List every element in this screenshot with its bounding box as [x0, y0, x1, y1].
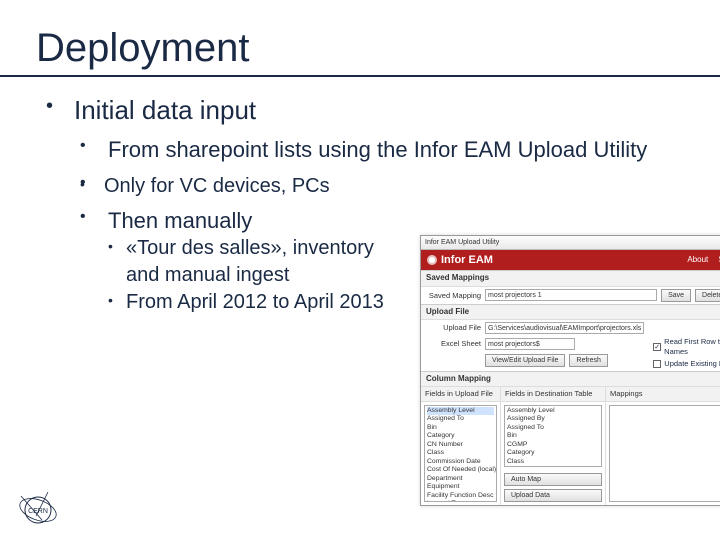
upload-field-item[interactable]: Facility Function Desc	[427, 492, 494, 500]
saved-mapping-select[interactable]: most projectors 1	[485, 289, 657, 301]
destination-field-item[interactable]: Category	[507, 449, 599, 457]
destination-field-item[interactable]: CGMP	[507, 441, 599, 449]
window-title-text: Infor EAM Upload Utility	[425, 238, 499, 247]
upload-field-item[interactable]: Commission Date	[427, 458, 494, 466]
upload-field-item[interactable]: Assembly Level	[427, 407, 494, 415]
mappings-listbox[interactable]	[609, 405, 720, 502]
upload-fields-listbox[interactable]: Assembly LevelAssigned ToBinCategoryCN N…	[424, 405, 497, 502]
col-head-upload-fields: Fields in Upload File	[421, 387, 500, 402]
refresh-button[interactable]: Refresh	[569, 354, 608, 367]
cern-logo-icon: CERN	[18, 490, 58, 530]
destination-fields-listbox[interactable]: Assembly LevelAssigned ByAssigned ToBinC…	[504, 405, 602, 467]
excel-sheet-select[interactable]: most projectors$	[485, 338, 575, 350]
eam-header-bar: Infor EAM About Setup Exit	[421, 250, 720, 270]
saved-mapping-label: Saved Mapping	[426, 291, 481, 301]
upload-file-input[interactable]: G:\Services\audiovisual\EAMImport\projec…	[485, 322, 644, 334]
destination-field-item[interactable]: Assigned By	[507, 415, 599, 423]
slide-title: Deployment	[36, 26, 688, 71]
section-saved-mappings: Saved Mappings	[421, 271, 720, 286]
destination-field-item[interactable]: Class	[507, 458, 599, 466]
section-column-mapping: Column Mapping	[421, 372, 720, 387]
title-divider	[0, 75, 720, 77]
read-first-row-checkbox[interactable]: ✓ Read First Row to Field Names	[653, 337, 720, 357]
bullet-l2-manual: Then manually	[108, 208, 252, 233]
upload-field-item[interactable]: Loaned To	[427, 500, 494, 502]
destination-field-item[interactable]: Bin	[507, 432, 599, 440]
upload-file-label: Upload File	[426, 323, 481, 333]
upload-data-button[interactable]: Upload Data	[504, 489, 602, 502]
upload-field-item[interactable]: Assigned To	[427, 415, 494, 423]
destination-field-item[interactable]: Assigned To	[507, 424, 599, 432]
update-existing-checkbox[interactable]: Update Existing Records	[653, 359, 720, 369]
col-head-mappings: Mappings	[610, 389, 643, 399]
upload-field-item[interactable]: Department	[427, 475, 494, 483]
col-head-dest-fields: Fields in Destination Table	[501, 387, 605, 402]
eam-brand-text: Infor EAM	[441, 253, 493, 267]
bullet-l3-tour: «Tour des salles», inventory and manual …	[108, 235, 408, 289]
upload-field-item[interactable]: Category	[427, 432, 494, 440]
view-edit-upload-button[interactable]: View/Edit Upload File	[485, 354, 565, 367]
bullet-l1: Initial data input	[74, 95, 256, 125]
bullet-l3-vcdevices: Only for VC devices, PCs	[74, 173, 688, 199]
bullet-l2-sharepoint: From sharepoint lists using the Infor EA…	[74, 136, 688, 165]
save-button[interactable]: Save	[661, 289, 691, 302]
destination-field-item[interactable]: Assembly Level	[507, 407, 599, 415]
svg-text:CERN: CERN	[28, 508, 48, 515]
auto-map-button[interactable]: Auto Map	[504, 473, 602, 486]
excel-sheet-label: Excel Sheet	[426, 339, 481, 349]
destination-field-item[interactable]: Commission Date	[507, 466, 599, 467]
upload-field-item[interactable]: Equipment	[427, 483, 494, 491]
upload-field-item[interactable]: Class	[427, 449, 494, 457]
bullet-l3-dates: From April 2012 to April 2013	[108, 289, 408, 316]
upload-field-item[interactable]: CN Number	[427, 441, 494, 449]
window-titlebar: Infor EAM Upload Utility – □ ✕	[421, 236, 720, 250]
menu-about[interactable]: About	[687, 255, 708, 264]
infor-brandmark-icon	[427, 255, 437, 265]
upload-field-item[interactable]: Bin	[427, 424, 494, 432]
upload-field-item[interactable]: Cost Of Needed (local)	[427, 466, 494, 474]
section-upload-file: Upload File	[421, 305, 720, 320]
delete-button[interactable]: Delete	[695, 289, 720, 302]
eam-upload-utility-window: Infor EAM Upload Utility – □ ✕	[420, 235, 720, 506]
